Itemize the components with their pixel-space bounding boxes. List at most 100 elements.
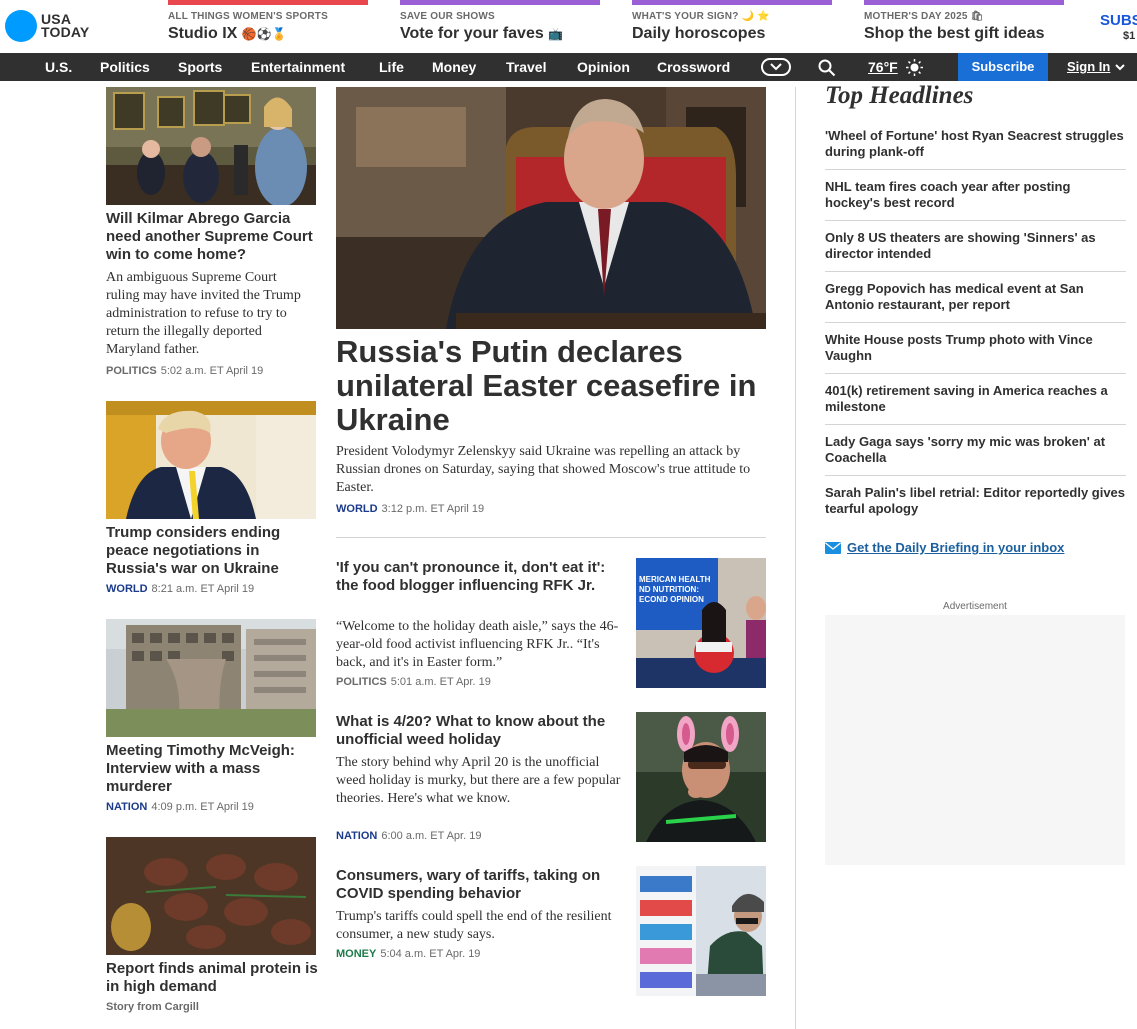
svg-text:ND NUTRITION:: ND NUTRITION: [639,585,699,594]
story-headline[interactable]: Consumers, wary of tariffs, taking on CO… [336,867,626,903]
timestamp: 5:04 a.m. ET Apr. 19 [380,948,481,960]
subscribe-offer-link[interactable]: SUBS [1100,12,1137,29]
promo-save-our-shows[interactable]: SAVE OUR SHOWS Vote for your faves 📺 [400,0,600,53]
promo-title: Studio IX [168,25,238,42]
timestamp: 5:02 a.m. ET April 19 [160,365,264,377]
search-icon[interactable] [818,59,836,77]
story-headline[interactable]: What is 4/20? What to know about the uno… [336,713,626,749]
nav-item-crossword[interactable]: Crossword [657,53,730,81]
nav-item-money[interactable]: Money [432,53,476,81]
divider [825,220,1126,221]
story-headline[interactable]: 'If you can't pronounce it, don't eat it… [336,559,626,595]
promo-accent-bar [400,0,600,5]
story-image-oklahoma-city-bombing[interactable] [106,619,316,737]
subscribe-offer-price: $1 [1123,30,1136,42]
top-headline-item[interactable]: Sarah Palin's libel retrial: Editor repo… [825,485,1126,517]
story-image-supreme-court[interactable] [106,87,316,205]
lead-story-summary: President Volodymyr Zelenskyy said Ukrai… [336,444,751,495]
divider [825,475,1126,476]
promo-mothers-day[interactable]: MOTHER'S DAY 2025 🛍 Shop the best gift i… [864,0,1064,53]
section-label[interactable]: POLITICS [106,365,157,377]
lead-story-headline[interactable]: Russia's Putin declares unilateral Easte… [336,335,766,437]
top-headline-item[interactable]: 'Wheel of Fortune' host Ryan Seacrest st… [825,128,1126,160]
sign-in-link[interactable]: Sign In [1067,53,1110,81]
story-headline[interactable]: Report finds animal protein is in high d… [106,960,321,996]
promo-horoscopes[interactable]: WHAT'S YOUR SIGN? 🌙 ⭐ Daily horoscopes [632,0,832,53]
nav-item-politics[interactable]: Politics [100,53,150,81]
divider [825,373,1126,374]
advertisement-label: Advertisement [943,601,1007,612]
story-image-shopper[interactable] [636,866,766,996]
section-label[interactable]: MONEY [336,948,376,960]
nav-item-us[interactable]: U.S. [45,53,72,81]
nav-item-opinion[interactable]: Opinion [577,53,630,81]
promo-title: Vote for your faves [400,25,544,42]
section-label[interactable]: WORLD [336,503,378,515]
promo-accent-bar [632,0,832,5]
usa-today-logo[interactable]: USA TODAY [5,10,89,42]
main-nav: U.S. Politics Sports Entertainment Life … [0,53,1137,81]
chevron-down-icon[interactable] [1114,62,1126,72]
story-headline[interactable]: Trump considers ending peace negotiation… [106,524,321,578]
top-headline-item[interactable]: 401(k) retirement saving in America reac… [825,383,1126,415]
divider [825,271,1126,272]
story-meta: NATION 6:00 a.m. ET Apr. 19 [336,830,481,842]
story-meta: POLITICS 5:01 a.m. ET Apr. 19 [336,676,491,688]
advertisement-slot[interactable] [825,615,1125,865]
nav-item-life[interactable]: Life [379,53,404,81]
promo-accent-bar [864,0,1064,5]
promo-kicker: MOTHER'S DAY 2025 🛍 [864,11,984,22]
top-headline-item[interactable]: Only 8 US theaters are showing 'Sinners'… [825,230,1126,262]
story-summary: The story behind why April 20 is the uno… [336,755,621,806]
divider [825,322,1126,323]
top-headlines-title: Top Headlines [825,82,974,109]
story-image-grilled-meat[interactable] [106,837,316,955]
section-label[interactable]: POLITICS [336,676,387,688]
envelope-icon [825,541,841,554]
top-headline-item[interactable]: Gregg Popovich has medical event at San … [825,281,1126,313]
sponsored-label: Story from Cargill [106,1001,199,1013]
promo-kicker: SAVE OUR SHOWS [400,11,495,22]
divider [336,537,766,538]
timestamp: 4:09 p.m. ET April 19 [151,801,254,813]
story-meta: NATION 4:09 p.m. ET April 19 [106,801,254,813]
daily-briefing-label[interactable]: Get the Daily Briefing in your inbox [847,540,1064,555]
sports-balls-icon: 🏀⚽🏅 [241,27,287,41]
top-bar: USA TODAY ALL THINGS WOMEN'S SPORTS Stud… [0,0,1137,53]
story-meta: WORLD 3:12 p.m. ET April 19 [336,503,484,515]
section-label[interactable]: NATION [336,830,377,842]
promo-studio-ix[interactable]: ALL THINGS WOMEN'S SPORTS Studio IX 🏀⚽🏅 [168,0,368,53]
story-summary: Trump's tariffs could spell the end of t… [336,909,612,942]
story-headline[interactable]: Will Kilmar Abrego Garcia need another S… [106,210,321,264]
divider [825,169,1126,170]
tv-icon: 📺 [548,27,564,41]
nav-item-travel[interactable]: Travel [506,53,546,81]
more-menu-button[interactable] [761,58,791,76]
timestamp: 3:12 p.m. ET April 19 [381,503,485,515]
daily-briefing-link[interactable]: Get the Daily Briefing in your inbox [825,540,1064,555]
subscribe-button[interactable]: Subscribe [958,53,1048,81]
top-headline-item[interactable]: Lady Gaga says 'sorry my mic was broken'… [825,434,1126,466]
story-image-hearing[interactable]: MERICAN HEALTH ND NUTRITION: ECOND OPINI… [636,558,766,688]
story-headline[interactable]: Meeting Timothy McVeigh: Interview with … [106,742,321,796]
top-headline-item[interactable]: NHL team fires coach year after posting … [825,179,1126,211]
section-label[interactable]: WORLD [106,583,148,595]
promo-kicker: ALL THINGS WOMEN'S SPORTS [168,11,328,22]
story-meta: WORLD 8:21 a.m. ET April 19 [106,583,254,595]
top-headline-item[interactable]: White House posts Trump photo with Vince… [825,332,1126,364]
divider [825,424,1126,425]
promo-kicker: WHAT'S YOUR SIGN? 🌙 ⭐ [632,11,770,22]
weather-temperature[interactable]: 76°F [868,53,898,81]
chevron-down-icon [770,63,782,71]
nav-item-sports[interactable]: Sports [178,53,222,81]
story-image-trump[interactable] [106,401,316,519]
story-meta: MONEY 5:04 a.m. ET Apr. 19 [336,948,480,960]
svg-text:ECOND OPINION: ECOND OPINION [639,595,704,604]
promo-title: Shop the best gift ideas [864,25,1045,42]
nav-item-entertainment[interactable]: Entertainment [251,53,345,81]
lead-story-image-putin[interactable] [336,87,766,329]
timestamp: 8:21 a.m. ET April 19 [151,583,255,595]
story-image-420[interactable] [636,712,766,842]
hearing-banner-text: MERICAN HEALTH [639,575,711,584]
section-label[interactable]: NATION [106,801,147,813]
